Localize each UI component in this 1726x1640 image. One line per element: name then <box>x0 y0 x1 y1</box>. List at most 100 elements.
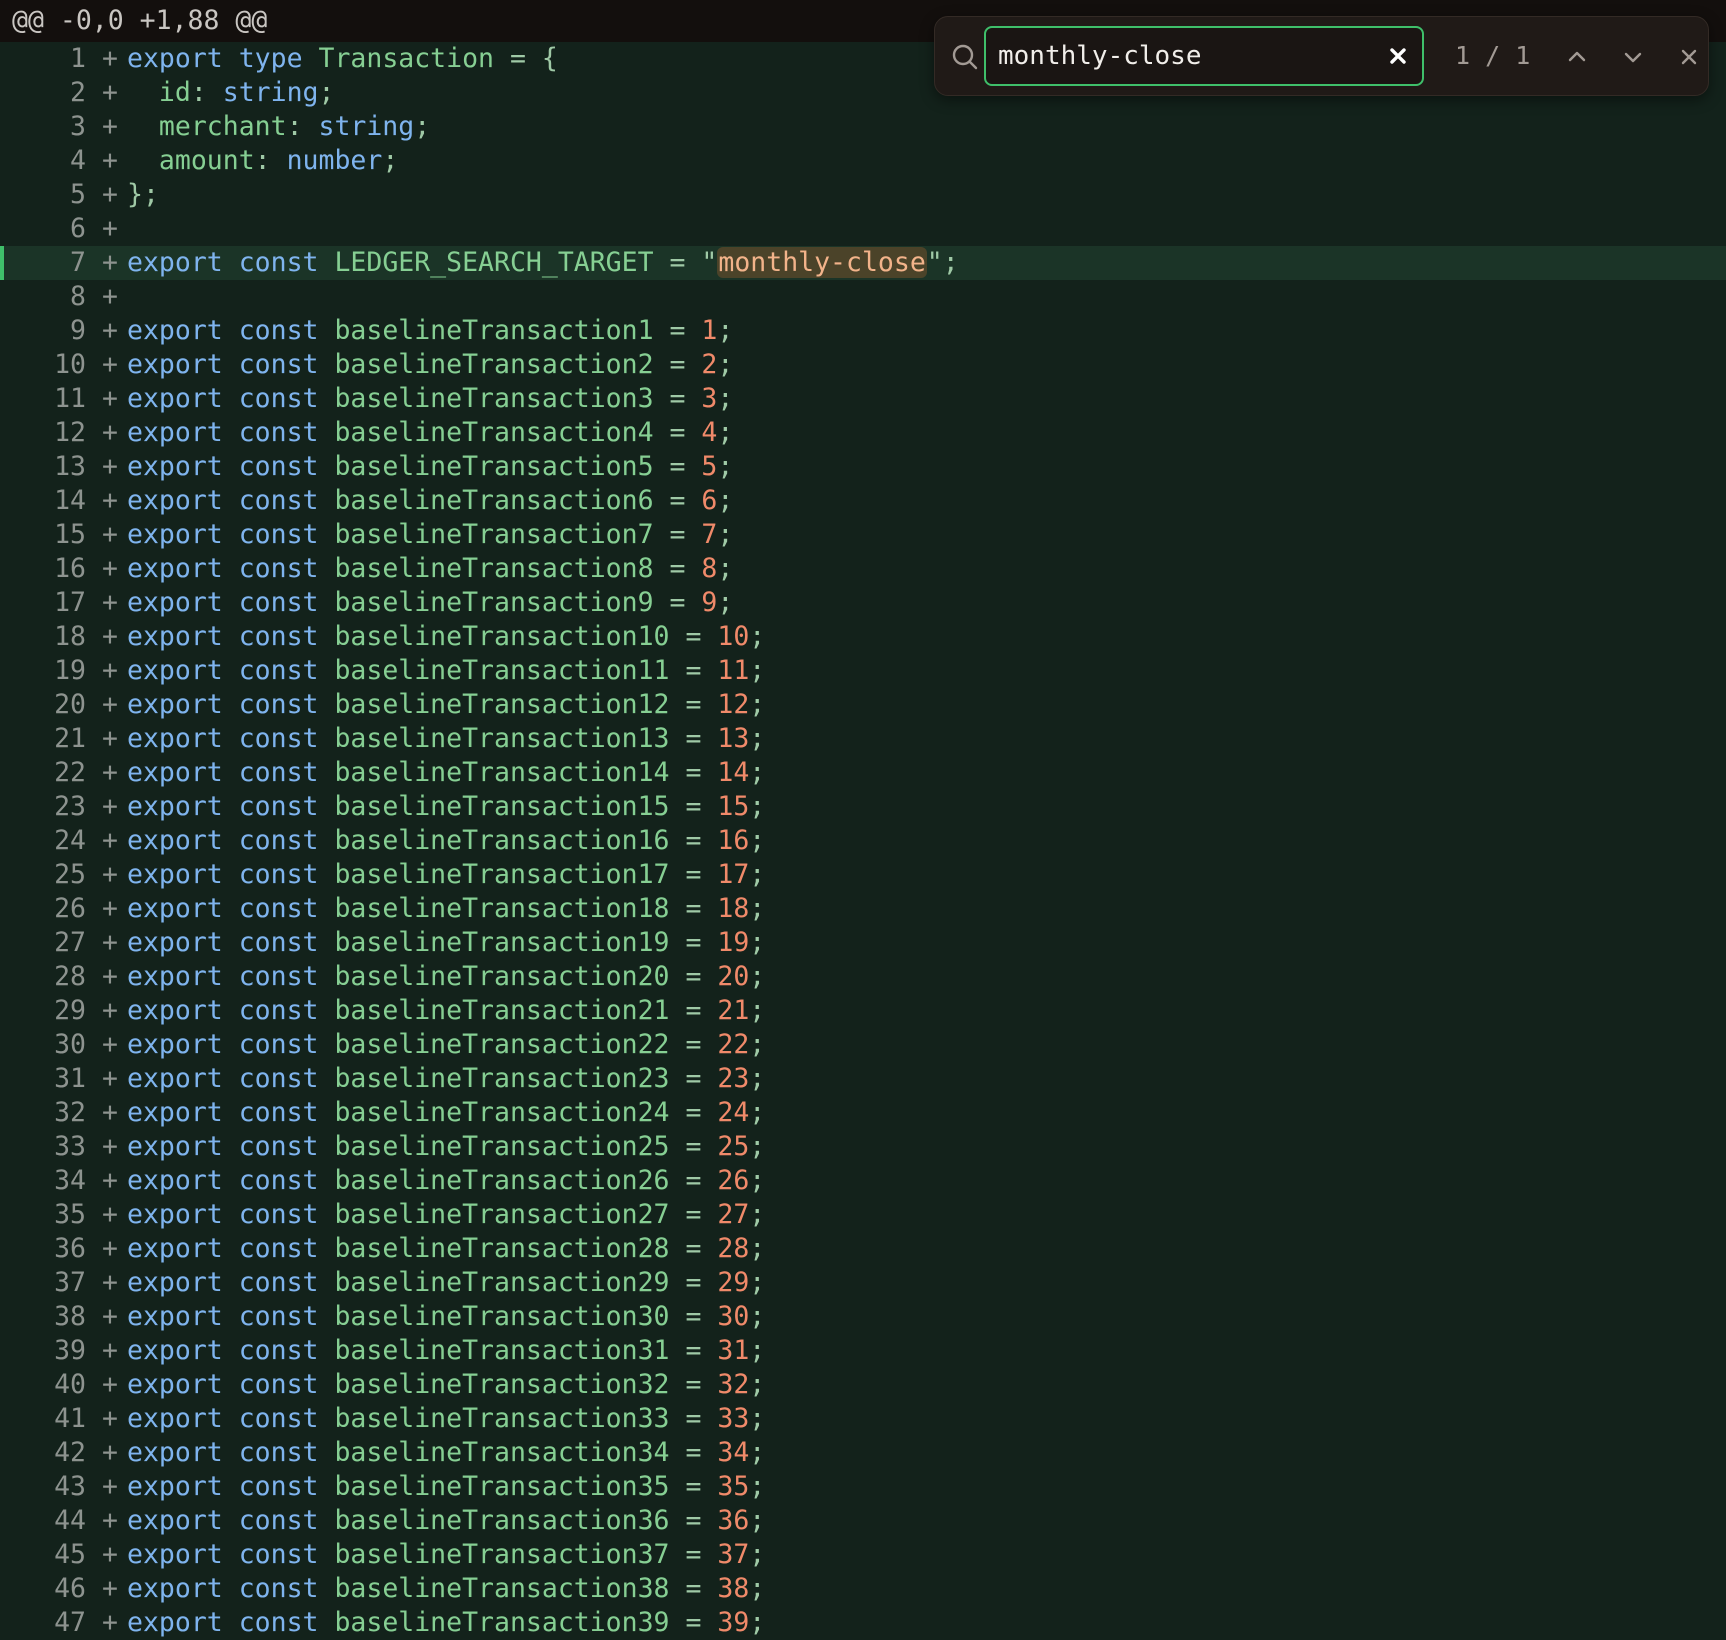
diff-line[interactable]: 41 + export const baselineTransaction33 = … <box>0 1402 1726 1436</box>
code-token: 15 <box>717 791 750 822</box>
diff-line[interactable]: 30 + export const baselineTransaction22 = … <box>0 1028 1726 1062</box>
code-token: ; <box>749 1607 766 1638</box>
code-token: 39 <box>717 1607 750 1638</box>
diff-line[interactable]: 33 + export const baselineTransaction25 = … <box>0 1130 1726 1164</box>
code-token: = <box>669 1437 718 1468</box>
diff-line[interactable]: 6 + <box>0 212 1726 246</box>
clear-icon[interactable] <box>1382 40 1414 72</box>
search-icon <box>949 41 981 73</box>
code-token: baselineTransaction21 <box>334 995 670 1026</box>
code-text: export const baselineTransaction4 = 4; <box>127 416 733 450</box>
diff-line[interactable]: 7 + export const LEDGER_SEARCH_TARGET = "m… <box>0 246 1726 280</box>
diff-line[interactable]: 45 + export const baselineTransaction37 = … <box>0 1538 1726 1572</box>
line-number: 8 <box>70 281 86 312</box>
diff-line[interactable]: 26 + export const baselineTransaction18 = … <box>0 892 1726 926</box>
diff-line[interactable]: 37 + export const baselineTransaction29 = … <box>0 1266 1726 1300</box>
diff-line[interactable]: 39 + export const baselineTransaction31 = … <box>0 1334 1726 1368</box>
code-text: export const baselineTransaction19 = 19; <box>127 926 765 960</box>
close-icon[interactable] <box>1671 39 1707 75</box>
diff-line[interactable]: 8 + <box>0 280 1726 314</box>
code-token: ; <box>749 859 766 890</box>
code-text: export const baselineTransaction5 = 5; <box>127 450 733 484</box>
diff-line[interactable]: 4 + amount: number; <box>0 144 1726 178</box>
diff-line[interactable]: 36 + export const baselineTransaction28 = … <box>0 1232 1726 1266</box>
diff-line[interactable]: 35 + export const baselineTransaction27 = … <box>0 1198 1726 1232</box>
diff-line[interactable]: 47 + export const baselineTransaction39 = … <box>0 1606 1726 1640</box>
diff-code-view[interactable]: 1 + export type Transaction = {2 + id: stri… <box>0 42 1726 1640</box>
code-token: ; <box>749 1233 766 1264</box>
code-text: export const baselineTransaction32 = 32; <box>127 1368 765 1402</box>
diff-line[interactable]: 3 + merchant: string; <box>0 110 1726 144</box>
code-token: baselineTransaction22 <box>334 1029 670 1060</box>
code-token: 17 <box>717 859 750 890</box>
line-number: 4 <box>70 145 86 176</box>
diff-line[interactable]: 34 + export const baselineTransaction26 = … <box>0 1164 1726 1198</box>
diff-line[interactable]: 24 + export const baselineTransaction16 = … <box>0 824 1726 858</box>
added-line-marker: + <box>102 179 118 210</box>
diff-line[interactable]: 38 + export const baselineTransaction30 = … <box>0 1300 1726 1334</box>
line-number: 24 <box>54 825 86 856</box>
diff-line[interactable]: 14 + export const baselineTransaction6 = 6… <box>0 484 1726 518</box>
diff-line[interactable]: 12 + export const baselineTransaction4 = 4… <box>0 416 1726 450</box>
chevron-up-icon[interactable] <box>1559 39 1595 75</box>
diff-line[interactable]: 16 + export const baselineTransaction8 = 8… <box>0 552 1726 586</box>
code-token: export <box>127 247 223 278</box>
code-text: export const baselineTransaction27 = 27; <box>127 1198 765 1232</box>
diff-line[interactable]: 22 + export const baselineTransaction14 = … <box>0 756 1726 790</box>
diff-line[interactable]: 25 + export const baselineTransaction17 = … <box>0 858 1726 892</box>
code-text: export const baselineTransaction33 = 33; <box>127 1402 765 1436</box>
code-token: baselineTransaction18 <box>334 893 670 924</box>
added-line-marker: + <box>102 1607 118 1638</box>
diff-line[interactable]: 15 + export const baselineTransaction7 = 7… <box>0 518 1726 552</box>
diff-line[interactable]: 27 + export const baselineTransaction19 = … <box>0 926 1726 960</box>
diff-line[interactable]: 43 + export const baselineTransaction35 = … <box>0 1470 1726 1504</box>
code-token: = <box>669 723 718 754</box>
diff-line[interactable]: 10 + export const baselineTransaction2 = 2… <box>0 348 1726 382</box>
find-input[interactable] <box>998 28 1368 84</box>
diff-line[interactable]: 44 + export const baselineTransaction36 = … <box>0 1504 1726 1538</box>
code-token: 21 <box>717 995 750 1026</box>
diff-line[interactable]: 20 + export const baselineTransaction12 = … <box>0 688 1726 722</box>
code-token: 23 <box>717 1063 750 1094</box>
diff-line[interactable]: 42 + export const baselineTransaction34 = … <box>0 1436 1726 1470</box>
diff-line[interactable]: 11 + export const baselineTransaction3 = 3… <box>0 382 1726 416</box>
added-line-marker: + <box>102 825 118 856</box>
diff-line[interactable]: 19 + export const baselineTransaction11 = … <box>0 654 1726 688</box>
diff-line[interactable]: 9 + export const baselineTransaction1 = 1; <box>0 314 1726 348</box>
diff-line[interactable]: 13 + export const baselineTransaction5 = 5… <box>0 450 1726 484</box>
code-text: export const baselineTransaction18 = 18; <box>127 892 765 926</box>
diff-line[interactable]: 40 + export const baselineTransaction32 = … <box>0 1368 1726 1402</box>
code-token: ; <box>749 927 766 958</box>
diff-line[interactable]: 23 + export const baselineTransaction15 = … <box>0 790 1726 824</box>
code-token: const <box>238 927 319 958</box>
code-token: ; <box>749 1301 766 1332</box>
code-text: }; <box>127 178 159 212</box>
diff-line[interactable]: 28 + export const baselineTransaction20 = … <box>0 960 1726 994</box>
diff-line[interactable]: 29 + export const baselineTransaction21 = … <box>0 994 1726 1028</box>
diff-line[interactable]: 32 + export const baselineTransaction24 = … <box>0 1096 1726 1130</box>
diff-line[interactable]: 31 + export const baselineTransaction23 = … <box>0 1062 1726 1096</box>
diff-line[interactable]: 46 + export const baselineTransaction38 = … <box>0 1572 1726 1606</box>
diff-line[interactable]: 5 +}; <box>0 178 1726 212</box>
chevron-down-icon[interactable] <box>1615 39 1651 75</box>
diff-line[interactable]: 18 + export const baselineTransaction10 = … <box>0 620 1726 654</box>
code-token: const <box>238 723 319 754</box>
code-token: = <box>669 1029 718 1060</box>
diff-line[interactable]: 17 + export const baselineTransaction9 = 9… <box>0 586 1726 620</box>
code-token: 34 <box>717 1437 750 1468</box>
diff-line[interactable]: 21 + export const baselineTransaction13 = … <box>0 722 1726 756</box>
